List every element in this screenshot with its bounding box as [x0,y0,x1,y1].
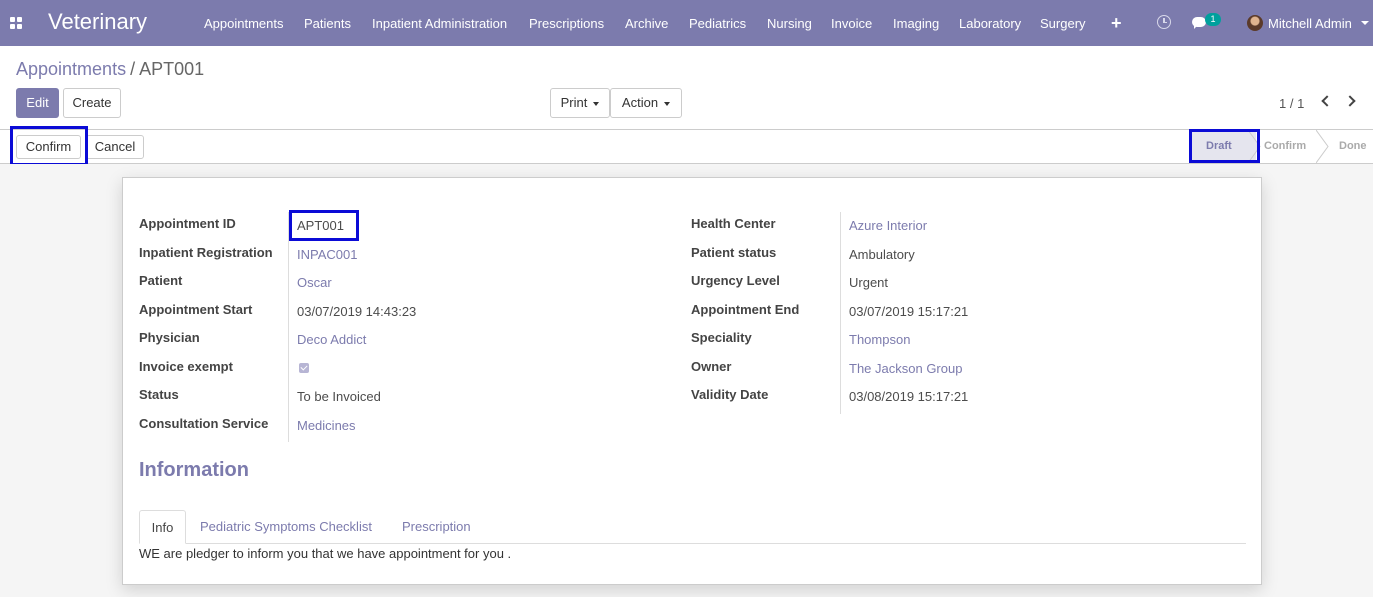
menu-patients[interactable]: Patients [304,16,351,31]
caret-down-icon [593,101,600,106]
label-status: Status [139,387,179,402]
create-button[interactable]: Create [63,88,121,118]
label-appointment-id: Appointment ID [139,216,236,231]
appointment-end-value: 03/07/2019 15:17:21 [849,304,969,319]
status-step-draft: Draft [1206,140,1232,152]
patient-status-value: Ambulatory [849,247,915,262]
label-health-center: Health Center [691,216,776,231]
tab-pediatric-symptoms-checklist[interactable]: Pediatric Symptoms Checklist [200,519,372,534]
menu-inpatient-administration[interactable]: Inpatient Administration [372,16,507,31]
status-separator [1316,130,1329,163]
menu-appointments[interactable]: Appointments [204,16,284,31]
label-appointment-start: Appointment Start [139,302,253,317]
chevron-right-icon[interactable] [1344,95,1356,107]
label-consultation-service: Consultation Service [139,416,269,431]
owner-link[interactable]: The Jackson Group [849,361,962,376]
statusbar: Confirm Cancel Draft Confirm Done [0,130,1373,164]
edit-button[interactable]: Edit [16,88,59,118]
form-sheet: Appointment ID Inpatient Registration Pa… [122,177,1262,585]
label-patient: Patient [139,273,183,288]
user-menu[interactable]: Mitchell Admin [1268,16,1352,31]
action-label: Action [621,95,659,110]
label-owner: Owner [691,359,732,374]
breadcrumb-appointments-link[interactable]: Appointments [16,59,126,79]
label-speciality: Speciality [691,330,752,345]
menu-laboratory[interactable]: Laboratory [959,16,1021,31]
menu-surgery[interactable]: Surgery [1040,16,1086,31]
speciality-link[interactable]: Thompson [849,332,910,347]
menu-pediatrics[interactable]: Pediatrics [689,16,746,31]
chevron-left-icon[interactable] [1321,95,1333,107]
chat-count-badge: 1 [1205,13,1221,26]
appointment-start-value: 03/07/2019 14:43:23 [297,304,417,319]
tabs-underline [139,543,1246,544]
menu-nursing[interactable]: Nursing [767,16,812,31]
status-step-done: Done [1339,140,1367,152]
menu-invoice[interactable]: Invoice [831,16,872,31]
apps-menu-icon[interactable] [10,17,22,29]
breadcrumb-separator: / [130,59,136,79]
cancel-button[interactable]: Cancel [86,135,144,159]
breadcrumb: Appointments / APT001 [16,59,204,80]
breadcrumb-current: APT001 [139,59,205,79]
label-urgency-level: Urgency Level [691,273,780,288]
print-dropdown[interactable]: Print [550,88,610,118]
health-center-link[interactable]: Azure Interior [849,218,927,233]
patient-link[interactable]: Oscar [297,275,332,290]
menu-archive[interactable]: Archive [625,16,668,31]
menu-imaging[interactable]: Imaging [893,16,939,31]
control-panel: Appointments / APT001 Edit Create Print Ac… [0,46,1373,130]
pager-value[interactable]: 1 / 1 [1279,96,1304,111]
app-brand[interactable]: Veterinary [48,9,147,35]
appointment-id-value: APT001 [297,218,344,233]
label-patient-status: Patient status [691,245,777,260]
label-appointment-end: Appointment End [691,302,800,317]
tab-info[interactable]: Info [139,510,186,544]
print-label: Print [560,95,588,110]
clock-icon[interactable] [1157,15,1171,29]
status-step-confirm: Confirm [1264,140,1307,152]
tab-prescription[interactable]: Prescription [402,519,471,534]
chat-icon[interactable] [1192,17,1206,29]
top-navbar: Veterinary Appointments Patients Inpatie… [0,0,1373,46]
avatar[interactable] [1247,15,1263,31]
section-title-information: Information [139,459,249,481]
label-physician: Physician [139,330,200,345]
caret-down-icon [664,101,671,106]
inpatient-registration-link[interactable]: INPAC001 [297,247,357,262]
column-divider [288,212,289,442]
column-divider [840,212,841,414]
physician-link[interactable]: Deco Addict [297,332,366,347]
menu-prescriptions[interactable]: Prescriptions [529,16,604,31]
label-invoice-exempt: Invoice exempt [139,359,233,374]
validity-date-value: 03/08/2019 15:17:21 [849,389,969,404]
label-validity-date: Validity Date [691,387,769,402]
confirm-button[interactable]: Confirm [16,135,81,159]
consultation-service-link[interactable]: Medicines [297,418,356,433]
caret-down-icon[interactable] [1361,21,1369,25]
info-text: WE are pledger to inform you that we hav… [139,546,512,561]
plus-icon[interactable]: + [1111,13,1122,34]
label-inpatient-registration: Inpatient Registration [139,245,273,260]
invoice-exempt-checkbox[interactable] [299,363,309,373]
urgency-level-value: Urgent [849,275,889,290]
action-dropdown[interactable]: Action [610,88,682,118]
status-value: To be Invoiced [297,389,381,404]
